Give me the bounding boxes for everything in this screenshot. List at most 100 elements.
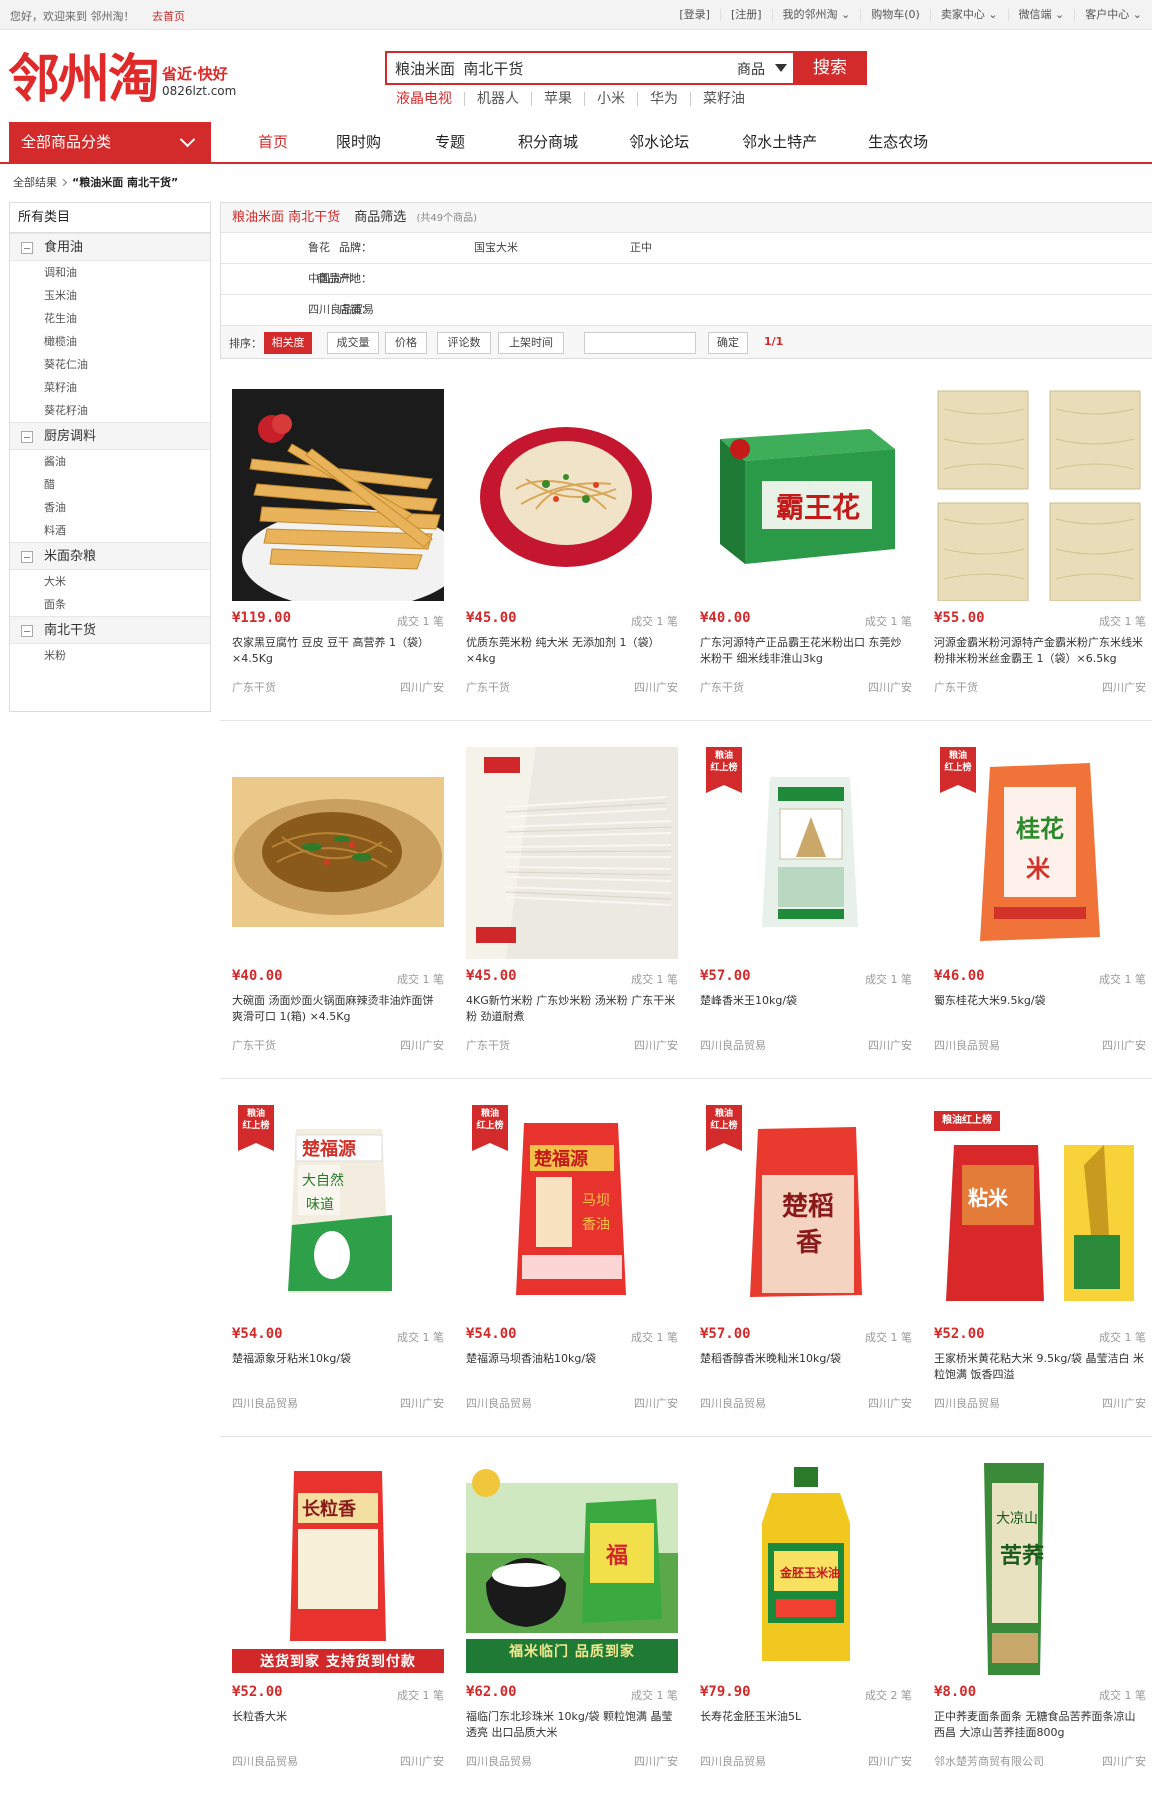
nav-item-local-specialty[interactable]: 邻水土特产 (742, 122, 817, 162)
hot-word[interactable]: 华为 (637, 92, 690, 106)
product-title[interactable]: 大碗面 汤面炒面火锅面麻辣烫非油炸面饼 爽滑可口 1(箱) ×4.5Kg (232, 993, 444, 1027)
shop-name[interactable]: 四川良品贸易 (232, 1753, 298, 1769)
product-image[interactable] (466, 747, 678, 959)
go-home-link[interactable]: 去首页 (152, 8, 185, 24)
confirm-button[interactable]: 确定 (708, 332, 748, 354)
product-card[interactable]: 福福米临门 品质到家 ¥62.00 成交 1 笔福临门东北珍珠米 10kg/袋 颗粒… (466, 1463, 678, 1783)
product-card[interactable]: 粮油 红上榜 ¥57.00 成交 1 笔楚峰香米王10kg/袋 四川良品贸易 四川广安 (700, 747, 912, 1067)
collapse-icon[interactable] (21, 551, 33, 563)
sidebar-item[interactable]: 料酒 (10, 519, 210, 542)
product-card[interactable]: 金胚玉米油 ¥79.90 成交 2 笔长寿花金胚玉米油5L 四川良品贸易 四川广安 (700, 1463, 912, 1783)
sidebar-item[interactable]: 面条 (10, 593, 210, 616)
hot-word[interactable]: 机器人 (464, 92, 531, 106)
shop-name[interactable]: 广东干货 (466, 1037, 510, 1053)
sidebar-group-title[interactable]: 厨房调料 (10, 422, 210, 450)
product-title[interactable]: 优质东莞米粉 纯大米 无添加剂 1（袋）×4kg (466, 635, 678, 669)
customer-center-link[interactable]: 客户中心 ⌄ (1074, 9, 1152, 21)
shop-name[interactable]: 广东干货 (232, 1037, 276, 1053)
sidebar-item[interactable]: 葵花籽油 (10, 399, 210, 422)
nav-item-forum[interactable]: 邻水论坛 (629, 122, 689, 162)
product-image[interactable]: 粘米 (934, 1105, 1146, 1317)
shop-name[interactable]: 四川良品贸易 (700, 1395, 766, 1411)
product-card[interactable]: 粘米 粮油红上榜 ¥52.00 成交 1 笔王家桥米黄花粘大米 9.5kg/袋 晶莹洁… (934, 1105, 1146, 1425)
product-card[interactable]: 长粒香 送货到家 支持货到付款 ¥52.00 成交 1 笔长粒香大米 四川良品贸易 四川广… (232, 1463, 444, 1783)
shop-name[interactable]: 广东干货 (934, 679, 978, 695)
product-card[interactable]: 楚稻香 粮油 红上榜 ¥57.00 成交 1 笔楚稻香醇香米晚籼米10kg/袋 四川良品… (700, 1105, 912, 1425)
sidebar-item[interactable]: 酱油 (10, 450, 210, 473)
cart-link[interactable]: 购物车(0) (860, 9, 930, 21)
seller-center-link[interactable]: 卖家中心 ⌄ (929, 9, 1008, 21)
collapse-icon[interactable] (21, 431, 33, 443)
product-title[interactable]: 福临门东北珍珠米 10kg/袋 颗粒饱满 晶莹透亮 出口品质大米 (466, 1709, 678, 1743)
sort-price-button[interactable]: 价格 (385, 332, 427, 354)
shop-name[interactable]: 四川良品贸易 (700, 1753, 766, 1769)
product-card[interactable]: 大凉山 苦荞 ¥8.00 成交 1 笔正中荞麦面条面条 无糖食品苦荞面条凉山西昌 大凉… (934, 1463, 1146, 1783)
wechat-link[interactable]: 微信端 ⌄ (1007, 9, 1075, 21)
shop-name[interactable]: 广东干货 (700, 679, 744, 695)
product-image[interactable]: 长粒香 (232, 1463, 444, 1675)
product-title[interactable]: 4KG新竹米粉 广东炒米粉 汤米粉 广东干米粉 劲道耐煮 (466, 993, 678, 1027)
product-card[interactable]: 楚福源 大自然 味道 粮油 红上榜 ¥54.00 成交 1 笔楚福源象牙粘米10kg/袋四… (232, 1105, 444, 1425)
shop-name[interactable]: 四川良品贸易 (934, 1395, 1000, 1411)
product-title[interactable]: 楚稻香醇香米晚籼米10kg/袋 (700, 1351, 912, 1385)
nav-item-eco-farm[interactable]: 生态农场 (868, 122, 928, 162)
collapse-icon[interactable] (21, 242, 33, 254)
product-image[interactable]: 金胚玉米油 (700, 1463, 912, 1675)
nav-item-flash-sale[interactable]: 限时购 (336, 122, 381, 162)
product-title[interactable]: 长粒香大米 (232, 1709, 444, 1743)
shop-name[interactable]: 四川良品贸易 (934, 1037, 1000, 1053)
all-categories-button[interactable]: 全部商品分类 (9, 122, 211, 162)
product-card[interactable]: 楚福源 马坝 香油 粮油 红上榜 ¥54.00 成交 1 笔楚福源马坝香油粘10kg/袋四… (466, 1105, 678, 1425)
product-card[interactable]: ¥40.00 成交 1 笔大碗面 汤面炒面火锅面麻辣烫非油炸面饼 爽滑可口 1(箱… (232, 747, 444, 1067)
product-title[interactable]: 正中荞麦面条面条 无糖食品苦荞面条凉山西昌 大凉山苦荞挂面800g (934, 1709, 1146, 1743)
nav-item-topics[interactable]: 专题 (435, 122, 465, 162)
shop-option[interactable]: 四川良品贸易 (308, 295, 374, 325)
product-title[interactable]: 王家桥米黄花粘大米 9.5kg/袋 晶莹洁白 米粒饱满 饭香四溢 (934, 1351, 1146, 1385)
brand-option[interactable]: 鲁花 (308, 233, 330, 263)
sort-reviews-button[interactable]: 评论数 (437, 332, 491, 354)
product-title[interactable]: 楚峰香米王10kg/袋 (700, 993, 912, 1027)
product-title[interactable]: 长寿花金胚玉米油5L (700, 1709, 912, 1743)
product-title[interactable]: 农家黑豆腐竹 豆皮 豆干 高营养 1（袋）×4.5Kg (232, 635, 444, 669)
my-account-link[interactable]: 我的邻州淘 ⌄ (771, 9, 861, 21)
sidebar-item[interactable]: 菜籽油 (10, 376, 210, 399)
chevron-down-icon[interactable] (775, 64, 787, 72)
brand-option[interactable]: 国宝大米 (474, 233, 518, 263)
shop-name[interactable]: 四川良品贸易 (700, 1037, 766, 1053)
product-card[interactable]: ¥45.00 成交 1 笔 4KG新竹米粉 广东炒米粉 汤米粉 广东干米粉 劲道耐煮… (466, 747, 678, 1067)
hot-word[interactable]: 液晶电视 (396, 92, 464, 106)
shop-name[interactable]: 邻水楚芳商贸有限公司 (934, 1753, 1044, 1769)
sidebar-group-title[interactable]: 米面杂粮 (10, 542, 210, 570)
sidebar-item[interactable]: 橄榄油 (10, 330, 210, 353)
shop-name[interactable]: 四川良品贸易 (466, 1395, 532, 1411)
search-button[interactable]: 搜索 (793, 53, 865, 83)
price-range-input[interactable] (584, 332, 696, 354)
sidebar-item[interactable]: 葵花仁油 (10, 353, 210, 376)
sidebar-group-title[interactable]: 南北干货 (10, 616, 210, 644)
search-category-select[interactable]: 商品 (737, 59, 765, 79)
product-title[interactable]: 河源金霸米粉河源特产金霸米粉广东米线米粉排米粉米丝金霸王 1（袋）×6.5kg (934, 635, 1146, 669)
sidebar-group-title[interactable]: 食用油 (10, 233, 210, 261)
shop-name[interactable]: 广东干货 (232, 679, 276, 695)
product-card[interactable]: 霸王花 ¥40.00 成交 1 笔广东河源特产正品霸王花米粉出口 东莞炒米粉干 细米… (700, 389, 912, 709)
brand-option[interactable]: 正中 (630, 233, 652, 263)
product-image[interactable]: 霸王花 (700, 389, 912, 601)
collapse-icon[interactable] (21, 625, 33, 637)
shop-name[interactable]: 广东干货 (466, 679, 510, 695)
shop-name[interactable]: 四川良品贸易 (466, 1753, 532, 1769)
sidebar-item[interactable]: 大米 (10, 570, 210, 593)
sort-relevance-button[interactable]: 相关度 (264, 332, 312, 354)
shop-name[interactable]: 四川良品贸易 (232, 1395, 298, 1411)
sidebar-item[interactable]: 香油 (10, 496, 210, 519)
product-card[interactable]: ¥55.00 成交 1 笔河源金霸米粉河源特产金霸米粉广东米线米粉排米粉米丝金霸王… (934, 389, 1146, 709)
hot-word[interactable]: 小米 (584, 92, 637, 106)
search-input[interactable] (395, 56, 695, 80)
product-title[interactable]: 楚福源马坝香油粘10kg/袋 (466, 1351, 678, 1385)
origin-option[interactable]: 中国贵州 (308, 264, 352, 294)
sidebar-item[interactable]: 玉米油 (10, 284, 210, 307)
sidebar-item[interactable]: 花生油 (10, 307, 210, 330)
product-card[interactable]: ¥45.00 成交 1 笔优质东莞米粉 纯大米 无添加剂 1（袋）×4kg 广东干货… (466, 389, 678, 709)
sidebar-item[interactable]: 调和油 (10, 261, 210, 284)
product-image[interactable]: 大凉山 苦荞 (934, 1463, 1146, 1675)
sort-sales-button[interactable]: 成交量 (327, 332, 379, 354)
